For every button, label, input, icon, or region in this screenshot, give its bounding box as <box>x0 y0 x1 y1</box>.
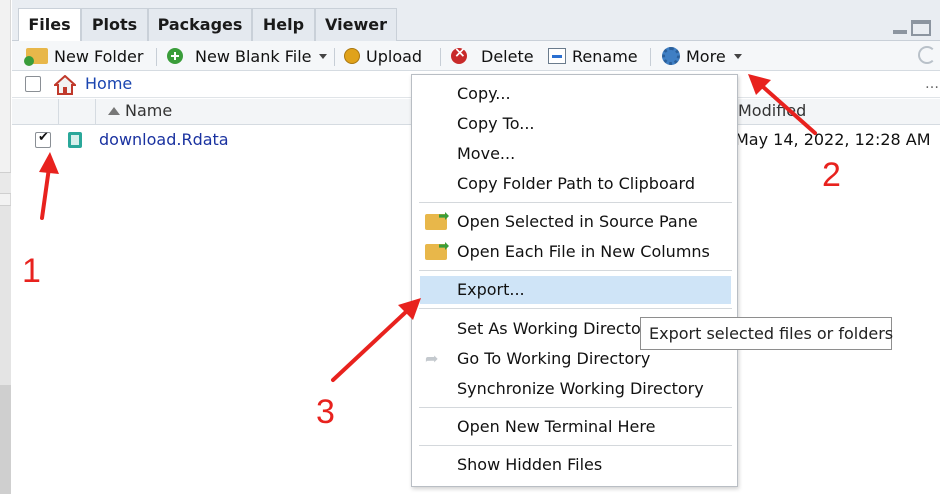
annotation-arrows <box>39 74 817 382</box>
annotation-number-2: 2 <box>822 156 841 194</box>
annotation-arrow-1 <box>40 166 51 220</box>
annotation-arrowhead-1 <box>39 152 59 174</box>
annotation-arrow-3 <box>331 308 410 382</box>
annotation-number-1: 1 <box>22 252 41 290</box>
annotation-arrow-2 <box>760 84 817 135</box>
annotation-number-3: 3 <box>316 393 335 431</box>
